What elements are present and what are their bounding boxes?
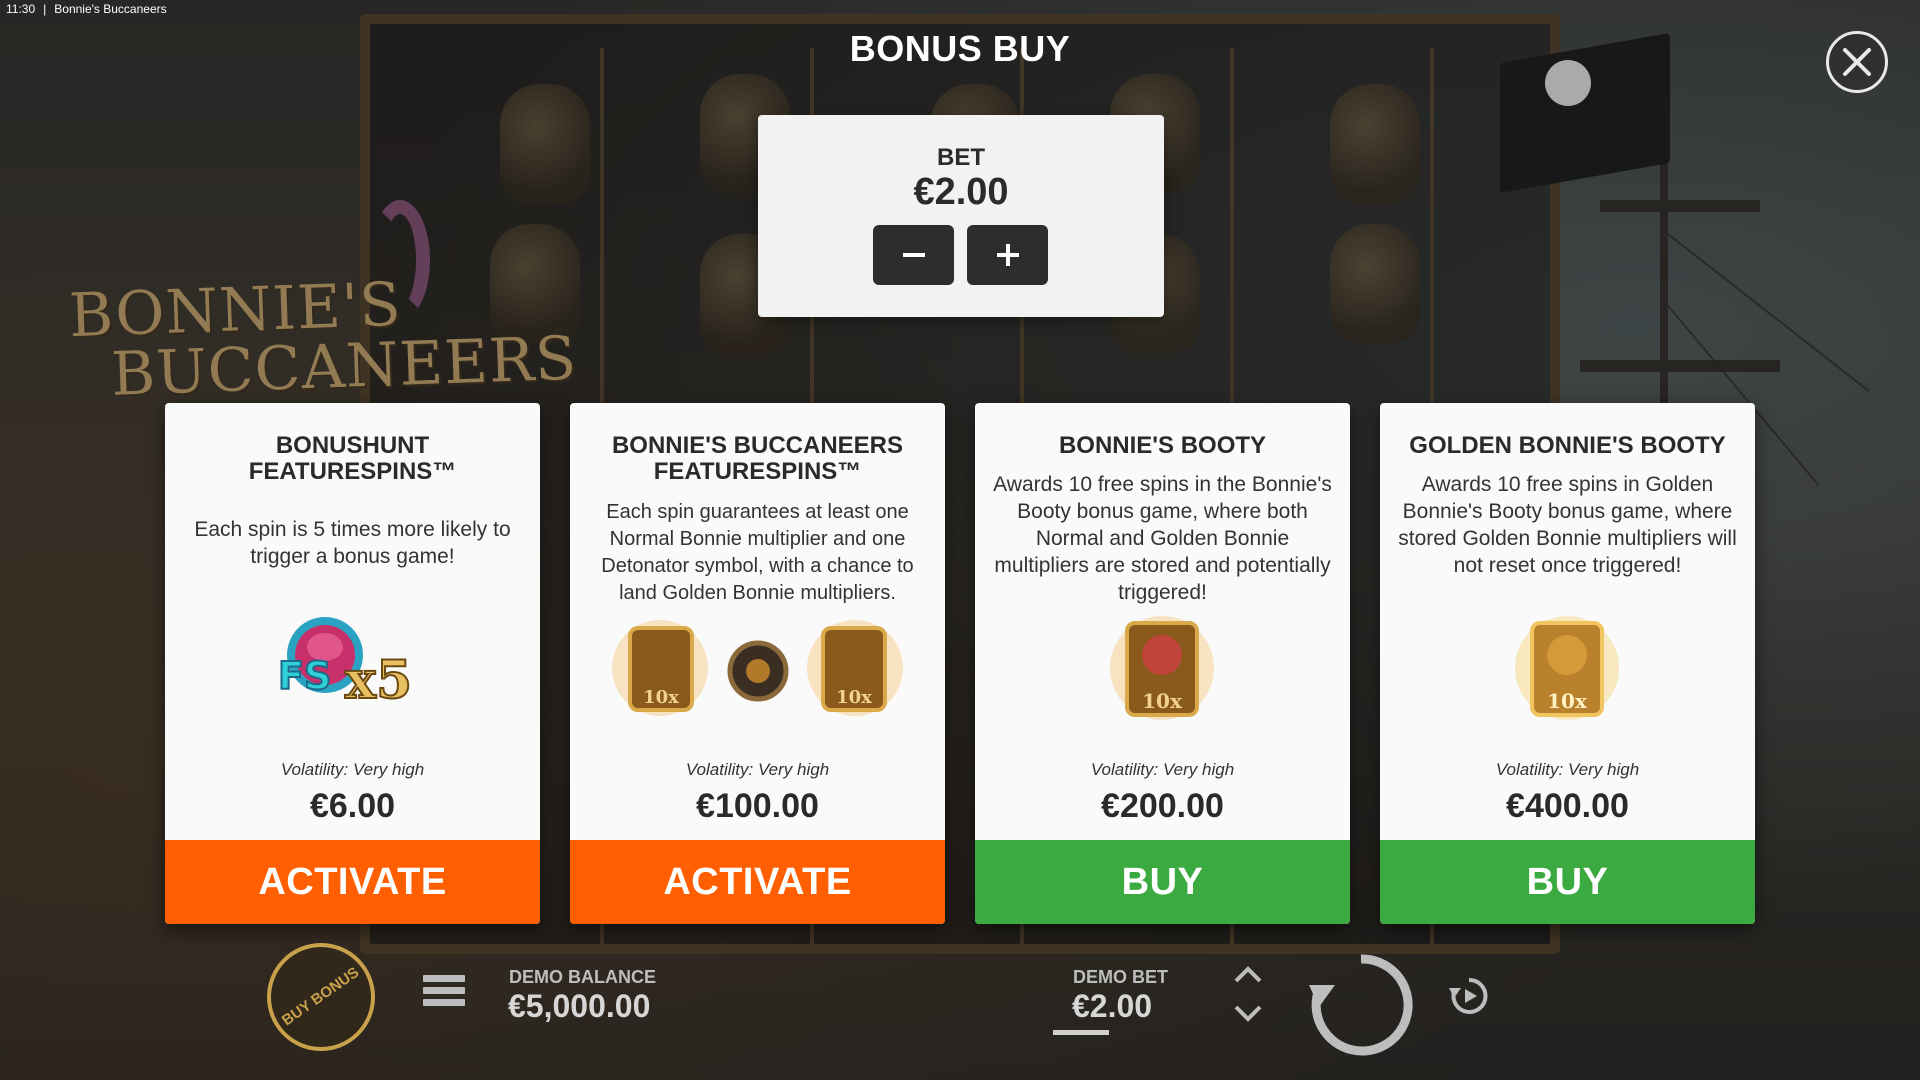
bonus-card-bonushunt: BONUSHUNT FEATURESPINS™ Each spin is 5 t… <box>165 403 540 924</box>
card-image: FS x5 <box>165 613 540 743</box>
multiplier-badge-left: 10x <box>643 687 679 708</box>
close-button[interactable] <box>1826 31 1888 93</box>
card-title: BONUSHUNT FEATURESPINS™ <box>248 432 457 485</box>
activate-button[interactable]: ACTIVATE <box>570 840 945 924</box>
bonnie-multiplier-icon: 10x <box>1110 616 1214 720</box>
bet-decrease-button[interactable] <box>873 225 954 285</box>
bet-increase-button[interactable] <box>967 225 1048 285</box>
bet-down-arrow-icon[interactable] <box>1233 1003 1263 1025</box>
card-price: €6.00 <box>309 787 396 825</box>
card-image: 10x 10x <box>570 613 945 743</box>
bonnie-multiplier-detonator-icons: 10x 10x <box>612 620 903 716</box>
spin-icon <box>1309 954 1413 1056</box>
multiplier-badge-right: 10x <box>836 687 872 708</box>
bet-indicator <box>1053 1030 1109 1035</box>
minus-icon <box>902 253 925 257</box>
balance-label: DEMO BALANCE <box>509 967 656 987</box>
plus-icon <box>996 244 1019 266</box>
card-price: €400.00 <box>1506 787 1629 825</box>
card-description: Each spin is 5 times more likely to trig… <box>194 518 511 568</box>
card-price: €200.00 <box>1101 787 1224 825</box>
bet-label-hud: DEMO BET <box>1073 967 1169 987</box>
card-title: GOLDEN BONNIE'S BOOTY <box>1409 432 1726 459</box>
activate-button[interactable]: ACTIVATE <box>165 840 540 924</box>
fs-x5-icon: FS x5 <box>277 617 413 712</box>
system-bar: 11:30 | Bonnie's Buccaneers <box>6 2 175 16</box>
separator: | <box>43 2 47 16</box>
clock: 11:30 <box>6 2 36 16</box>
x5-text: x5 <box>345 650 412 711</box>
autoplay-icon[interactable] <box>1447 974 1491 1018</box>
bonus-card-bonnies-booty: BONNIE'S BOOTY Awards 10 free spins in t… <box>975 403 1350 924</box>
card-title: BONNIE'S BOOTY <box>1058 432 1267 459</box>
golden-bonnie-multiplier-icon: 10x <box>1515 616 1619 720</box>
card-volatility: Volatility: Very high <box>1495 760 1640 779</box>
multiplier-badge: 10x <box>1142 689 1183 713</box>
bonus-card-golden-bonnies-booty: GOLDEN BONNIE'S BOOTY Awards 10 free spi… <box>1380 403 1755 924</box>
fs-text: FS <box>278 654 331 698</box>
bet-value: €2.00 <box>913 171 1009 213</box>
card-volatility: Volatility: Very high <box>1090 760 1235 779</box>
bet-panel: BET €2.00 <box>758 115 1164 317</box>
bet-value-hud[interactable]: €2.00 <box>1072 988 1152 1025</box>
card-description: Each spin guarantees at least one Normal… <box>601 501 914 604</box>
bet-up-arrow-icon[interactable] <box>1233 963 1263 985</box>
window-title: Bonnie's Buccaneers <box>54 2 167 16</box>
card-description: Awards 10 free spins in the Bonnie's Boo… <box>993 473 1332 604</box>
multiplier-badge: 10x <box>1547 689 1588 713</box>
modal-title: BONUS BUY <box>849 28 1071 69</box>
buy-bonus-button[interactable]: BUY BONUS <box>267 943 375 1051</box>
buy-button[interactable]: BUY <box>975 840 1350 924</box>
spin-button[interactable] <box>1283 943 1439 1067</box>
card-description: Awards 10 free spins in Golden Bonnie's … <box>1398 473 1737 577</box>
bet-label: BET <box>937 144 985 171</box>
balance-value: €5,000.00 <box>508 988 651 1024</box>
card-image: 10x <box>975 613 1350 743</box>
close-icon <box>1843 48 1871 76</box>
card-price: €100.00 <box>696 787 819 825</box>
card-volatility: Volatility: Very high <box>685 760 830 779</box>
card-title: BONNIE'S BUCCANEERS FEATURESPINS™ <box>611 432 904 485</box>
buy-bonus-label: BUY BONUS <box>279 963 363 1030</box>
buy-button[interactable]: BUY <box>1380 840 1755 924</box>
card-volatility: Volatility: Very high <box>280 760 425 779</box>
menu-icon[interactable] <box>423 975 465 1011</box>
card-image: 10x <box>1380 613 1755 743</box>
bonus-card-featurespins: BONNIE'S BUCCANEERS FEATURESPINS™ Each s… <box>570 403 945 924</box>
